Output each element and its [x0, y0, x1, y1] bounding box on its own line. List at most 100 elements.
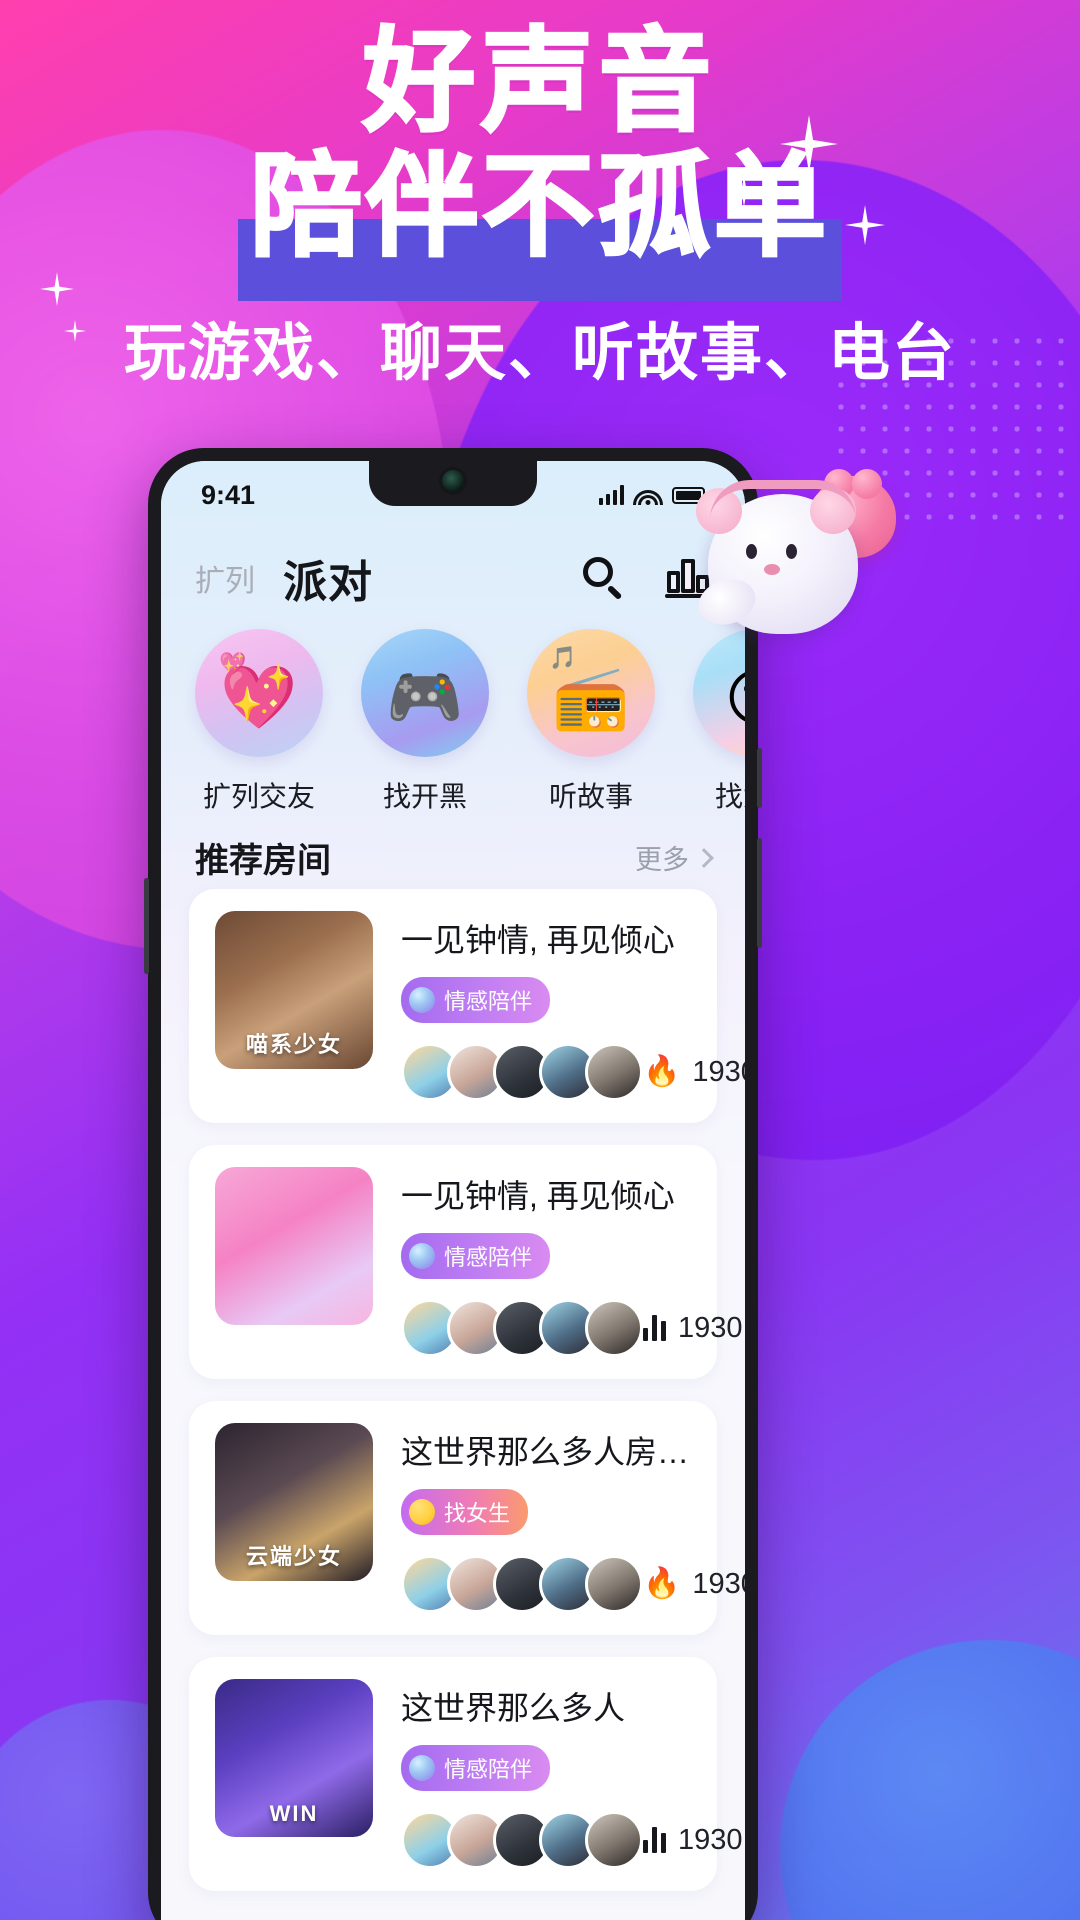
room-bottom-row: 1930 — [401, 1811, 743, 1869]
chevron-right-icon — [694, 847, 714, 868]
room-metric-value: 1930 — [692, 1567, 745, 1600]
promo-headline: 好声音 陪伴不孤单 玩游戏、聊天、听故事、电台 — [0, 19, 1080, 392]
seal-eye — [746, 544, 757, 559]
seal-headband — [710, 480, 856, 520]
status-time: 9:41 — [201, 479, 256, 510]
room-info: 一见钟情, 再见倾心 情感陪伴 — [401, 911, 745, 1101]
room-card[interactable]: 一见钟情, 再见倾心 情感陪伴 1930 — [189, 1145, 743, 1379]
room-card[interactable]: WIN 这世界那么多人 情感陪伴 1930 — [189, 1657, 743, 1891]
room-list[interactable]: 喵系少女 一见钟情, 再见倾心 情感陪伴 🔥 193 一见钟情, 再见倾心 情感… — [161, 889, 745, 1920]
room-info: 这世界那么多人 情感陪伴 1930 — [401, 1679, 743, 1869]
seal-eye — [786, 544, 797, 559]
category-label: 找开黑 — [382, 781, 467, 812]
section-header: 推荐房间 更多 — [161, 833, 745, 882]
heart-emoji-icon — [409, 1755, 435, 1781]
room-tag: 找女生 — [401, 1489, 529, 1535]
room-metric-value: 1930 — [678, 1311, 743, 1344]
cellular-bars-icon — [599, 485, 624, 505]
phone-screen-frame: 9:41 扩列 派对 💖 💖 扩列交友 🎮 找开黑 📻 🎵 听故事 找 推荐房间… — [161, 461, 745, 1920]
room-cover: 云端少女 — [215, 1423, 373, 1581]
page-title: 派对 — [283, 558, 373, 607]
room-title: 这世界那么多人 — [401, 1690, 626, 1726]
room-metric: 1930 — [643, 1312, 745, 1345]
avatar — [585, 1555, 643, 1613]
search-icon[interactable] — [583, 557, 625, 599]
avatar — [585, 1043, 643, 1101]
room-tag-label: 情感陪伴 — [444, 1757, 533, 1782]
promo-line-1: 好声音 — [362, 19, 717, 144]
room-cover-text: 云端少女 — [245, 1544, 342, 1569]
room-metric: 🔥 1930 — [643, 1568, 745, 1601]
phone-mockup: 9:41 扩列 派对 💖 💖 扩列交友 🎮 找开黑 📻 🎵 听故事 找 推荐房间… — [144, 448, 762, 1920]
category-label: 听故事 — [548, 781, 633, 812]
room-tag-label: 情感陪伴 — [444, 1245, 533, 1270]
tab-kuolie[interactable]: 扩列 — [195, 556, 255, 600]
equalizer-icon — [643, 1315, 666, 1341]
room-title: 这世界那么多人房间名称名称… — [401, 1434, 691, 1470]
gamepad-icon: 🎮 — [361, 629, 489, 757]
room-cover — [215, 1167, 373, 1325]
room-metric: 1930 — [643, 1824, 745, 1857]
room-bottom-row: 1930 — [401, 1299, 743, 1357]
phone-power-button — [757, 838, 762, 948]
heart-eyes-emoji-icon — [409, 1499, 435, 1525]
room-cover-text: 喵系少女 — [245, 1032, 342, 1057]
promo-line-3: 玩游戏、聊天、听故事、电台 — [123, 318, 956, 388]
room-bottom-row: 🔥 1930 — [401, 1043, 745, 1101]
room-cover: 喵系少女 — [215, 911, 373, 1069]
room-info: 这世界那么多人房间名称名称… 找女生 — [401, 1423, 745, 1613]
category-label: 扩列交友 — [202, 781, 315, 812]
category-item-kuolie[interactable]: 💖 💖 扩列交友 — [195, 629, 323, 815]
participant-avatars — [401, 1299, 643, 1357]
room-metric-value: 1930 — [692, 1055, 745, 1088]
promo-line-2: 陪伴不孤单 — [249, 143, 830, 269]
heart-emoji-icon — [409, 1243, 435, 1269]
phone-volume-up-button — [757, 748, 762, 808]
room-tag: 情感陪伴 — [401, 1233, 551, 1279]
room-tag-row: 情感陪伴 — [401, 977, 691, 1023]
more-label: 更多 — [635, 845, 689, 875]
room-tag-row: 找女生 — [401, 1489, 691, 1535]
equalizer-icon — [643, 1827, 666, 1853]
heart-emoji-icon — [409, 987, 435, 1013]
avatar — [585, 1811, 643, 1869]
wifi-icon — [633, 485, 663, 505]
participant-avatars — [401, 1811, 643, 1869]
app-screen: 9:41 扩列 派对 💖 💖 扩列交友 🎮 找开黑 📻 🎵 听故事 找 推荐房间… — [161, 461, 745, 1920]
room-card[interactable]: 云端少女 这世界那么多人房间名称名称… 找女生 — [189, 1401, 745, 1635]
participant-avatars — [401, 1555, 643, 1613]
category-label: 找女生 — [714, 781, 745, 812]
room-cover-text: WIN — [269, 1801, 319, 1826]
category-row: 💖 💖 扩列交友 🎮 找开黑 📻 🎵 听故事 找 — [161, 629, 745, 815]
room-metric: 🔥 1930 — [643, 1056, 745, 1089]
fire-icon: 🔥 — [643, 1055, 681, 1088]
room-cover: WIN — [215, 1679, 373, 1837]
participant-avatars — [401, 1043, 643, 1101]
section-title: 推荐房间 — [195, 842, 331, 880]
room-tag-row: 情感陪伴 — [401, 1233, 691, 1279]
room-tag: 情感陪伴 — [401, 1745, 551, 1791]
seal-mascot — [690, 469, 896, 670]
room-tag-row: 情感陪伴 — [401, 1745, 691, 1791]
room-title: 一见钟情, 再见倾心 — [401, 922, 675, 958]
more-button[interactable]: 更多 — [635, 838, 714, 877]
phone-side-button — [144, 878, 149, 974]
app-bar: 扩列 派对 — [161, 539, 745, 617]
promo-line-2-wrap: 陪伴不孤单 — [238, 143, 842, 301]
heart-bubble-icon: 💖 💖 — [195, 629, 323, 757]
avatar — [585, 1299, 643, 1357]
room-info: 一见钟情, 再见倾心 情感陪伴 — [401, 1167, 743, 1357]
category-item-story[interactable]: 📻 🎵 听故事 — [527, 629, 655, 815]
radio-music-icon: 📻 🎵 — [527, 629, 655, 757]
category-item-game[interactable]: 🎮 找开黑 — [361, 629, 489, 815]
promo-screenshot: 好声音 陪伴不孤单 玩游戏、聊天、听故事、电台 9:41 扩列 派对 💖 💖 扩… — [0, 0, 1080, 1920]
fire-icon: 🔥 — [643, 1567, 681, 1600]
room-tag-label: 情感陪伴 — [444, 989, 533, 1014]
room-bottom-row: 🔥 1930 — [401, 1555, 745, 1613]
status-bar: 9:41 — [161, 475, 745, 515]
room-tag-label: 找女生 — [444, 1501, 511, 1526]
room-card[interactable]: 喵系少女 一见钟情, 再见倾心 情感陪伴 🔥 193 — [189, 889, 745, 1123]
room-tag: 情感陪伴 — [401, 977, 551, 1023]
seal-nose — [764, 564, 780, 575]
room-title: 一见钟情, 再见倾心 — [401, 1178, 675, 1214]
